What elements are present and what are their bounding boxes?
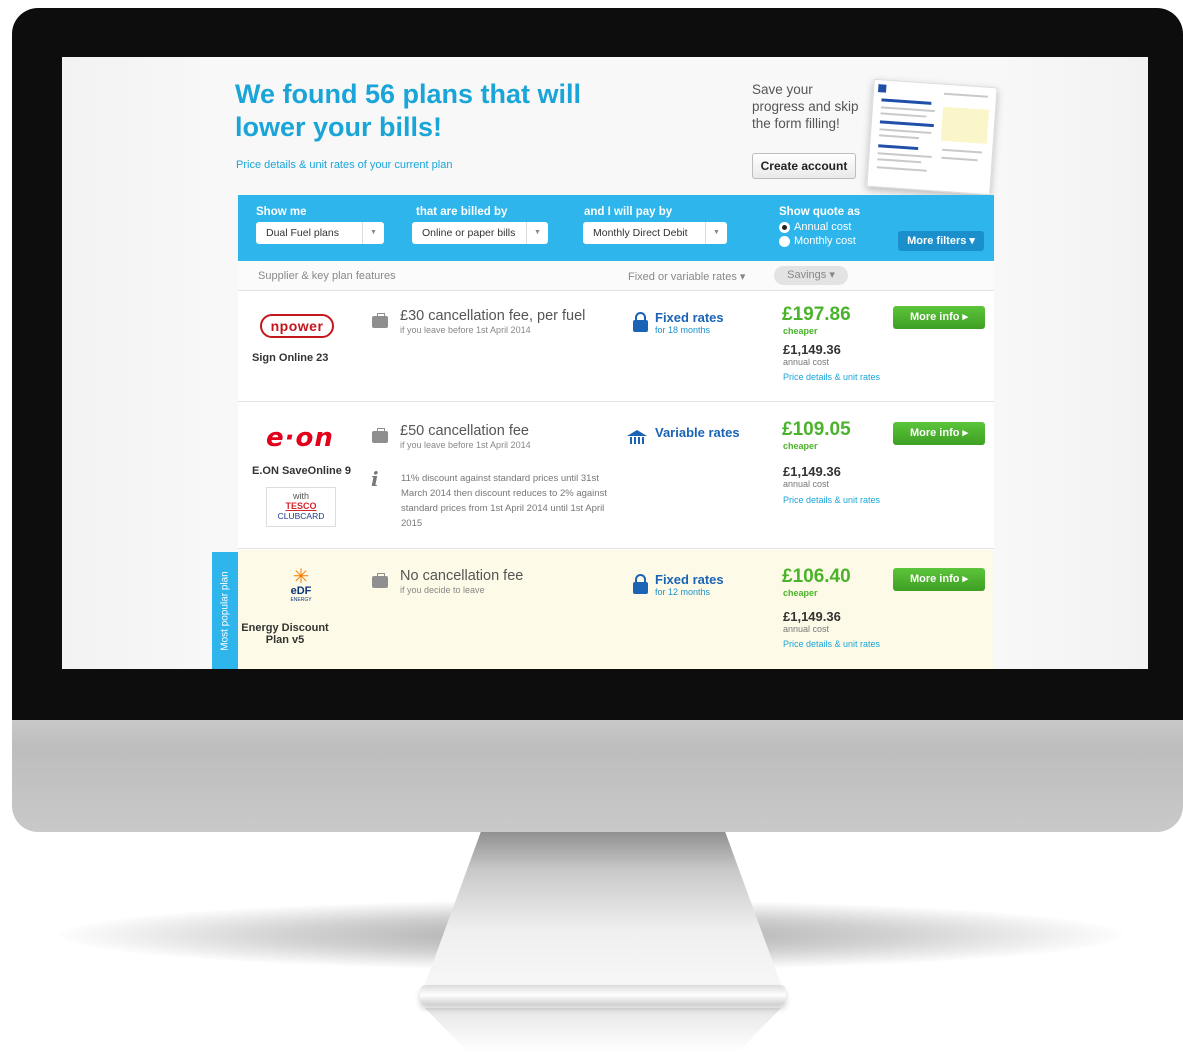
stand-reflection <box>425 1008 781 1052</box>
payment-select[interactable]: Monthly Direct Debit ▼ <box>583 222 727 244</box>
more-info-button[interactable]: More info ▸ <box>893 306 985 329</box>
tesco-clubcard-logo: with TESCO CLUBCARD <box>266 487 336 527</box>
billed-by-label: that are billed by <box>416 206 508 218</box>
cancellation-fee-note: if you decide to leave <box>400 585 485 595</box>
annual-cost-label: annual cost <box>783 624 830 634</box>
lock-icon <box>633 574 648 594</box>
current-plan-link[interactable]: Price details & unit rates of your curre… <box>236 159 452 171</box>
cancellation-fee: £30 cancellation fee, per fuel <box>400 308 586 324</box>
plan-row-npower: npower Sign Online 23 £30 cancellation f… <box>238 292 994 402</box>
briefcase-icon <box>372 573 388 588</box>
chevron-down-icon: ▼ <box>526 222 548 244</box>
npower-logo: npower <box>260 314 334 338</box>
saving-label: cheaper <box>783 326 818 336</box>
quote-as-label: Show quote as <box>779 206 861 218</box>
most-popular-label: Most popular plan <box>219 570 231 651</box>
savings-sort-button[interactable]: Savings ▾ <box>774 266 848 285</box>
plan-name: E.ON SaveOnline 9 <box>252 465 352 477</box>
radio-selected-icon <box>779 221 790 233</box>
price-details-link[interactable]: Price details & unit rates <box>783 372 880 382</box>
form-preview-thumbnail <box>866 78 998 196</box>
edf-burst-icon: ✳ <box>292 566 310 588</box>
rate-duration: for 18 months <box>655 325 711 335</box>
rate-type: Variable rates <box>655 425 740 440</box>
annual-cost-radio[interactable]: Annual cost <box>779 221 851 233</box>
monthly-cost-radio[interactable]: Monthly cost <box>779 235 856 247</box>
chevron-down-icon: ▼ <box>362 222 384 244</box>
save-progress-text: Save your progress and skip the form fil… <box>752 82 859 131</box>
more-filters-button[interactable]: More filters ▾ <box>898 231 984 251</box>
more-info-button[interactable]: More info ▸ <box>893 422 985 445</box>
plan-type-value: Dual Fuel plans <box>266 227 339 239</box>
show-me-label: Show me <box>256 206 307 218</box>
lock-icon <box>633 312 648 332</box>
plan-row-eon: e·on E.ON SaveOnline 9 with TESCO CLUBCA… <box>238 403 994 549</box>
house-icon <box>627 430 647 444</box>
edf-logo: ✳ eDF ENERGY <box>284 566 318 603</box>
supplier-column-header: Supplier & key plan features <box>258 270 396 282</box>
eon-logo: e·on <box>266 423 334 453</box>
briefcase-icon <box>372 313 388 328</box>
annual-cost: £1,149.36 <box>783 609 841 624</box>
radio-unselected-icon <box>779 235 790 247</box>
results-header: Supplier & key plan features Fixed or va… <box>238 261 994 291</box>
annual-cost-label: annual cost <box>783 479 830 489</box>
cancellation-fee: No cancellation fee <box>400 568 524 584</box>
monitor-stand-neck <box>420 828 786 998</box>
price-details-link[interactable]: Price details & unit rates <box>783 639 880 649</box>
briefcase-icon <box>372 428 388 443</box>
more-info-button[interactable]: More info ▸ <box>893 568 985 591</box>
page-title: We found 56 plans that will lower your b… <box>235 79 582 142</box>
saving-amount: £106.40 <box>782 566 851 587</box>
cancellation-fee-note: if you leave before 1st April 2014 <box>400 440 531 450</box>
saving-label: cheaper <box>783 441 818 451</box>
most-popular-tag: Most popular plan <box>212 552 238 669</box>
annual-cost-label: annual cost <box>783 357 830 367</box>
create-account-button[interactable]: Create account <box>752 153 856 179</box>
info-icon: i <box>371 467 379 491</box>
plan-row-edf: ✳ eDF ENERGY Energy Discount Plan v5 No … <box>238 550 994 669</box>
billing-value: Online or paper bills <box>422 227 516 239</box>
billing-select[interactable]: Online or paper bills ▼ <box>412 222 548 244</box>
annual-cost: £1,149.36 <box>783 342 841 357</box>
rate-duration: for 12 months <box>655 587 711 597</box>
annual-cost: £1,149.36 <box>783 464 841 479</box>
rate-type: Fixed rates <box>655 572 724 587</box>
plan-name: Sign Online 23 <box>252 352 329 364</box>
clubcard-text: CLUBCARD <box>277 511 325 521</box>
pay-by-label: and I will pay by <box>584 206 673 218</box>
monitor-stand-base <box>420 985 786 1005</box>
annual-cost-label: Annual cost <box>794 221 852 233</box>
chevron-down-icon: ▼ <box>705 222 727 244</box>
cancellation-fee-note: if you leave before 1st April 2014 <box>400 325 531 335</box>
monitor-screen: We found 56 plans that will lower your b… <box>62 57 1148 669</box>
plan-type-select[interactable]: Dual Fuel plans ▼ <box>256 222 384 244</box>
monitor-mockup: We found 56 plans that will lower your b… <box>0 0 1183 1052</box>
partner-with-text: with <box>292 491 309 501</box>
discount-details: 11% discount against standard prices unt… <box>401 473 607 529</box>
saving-label: cheaper <box>783 588 818 598</box>
filter-bar: Show me Dual Fuel plans ▼ that are bille… <box>238 195 994 261</box>
tesco-brand-text: TESCO <box>285 501 317 511</box>
rate-type: Fixed rates <box>655 310 724 325</box>
cancellation-fee: £50 cancellation fee <box>400 423 529 439</box>
price-details-link[interactable]: Price details & unit rates <box>783 495 880 505</box>
payment-value: Monthly Direct Debit <box>593 227 688 239</box>
saving-amount: £109.05 <box>782 419 851 440</box>
monthly-cost-label: Monthly cost <box>794 235 856 247</box>
edf-logo-text: eDF <box>290 585 312 597</box>
edf-logo-subtext: ENERGY <box>290 597 312 603</box>
plan-name: Energy Discount Plan v5 <box>241 622 329 646</box>
rates-column-header[interactable]: Fixed or variable rates ▾ <box>628 270 745 283</box>
results-table: Supplier & key plan features Fixed or va… <box>238 261 994 669</box>
saving-amount: £197.86 <box>782 304 851 325</box>
